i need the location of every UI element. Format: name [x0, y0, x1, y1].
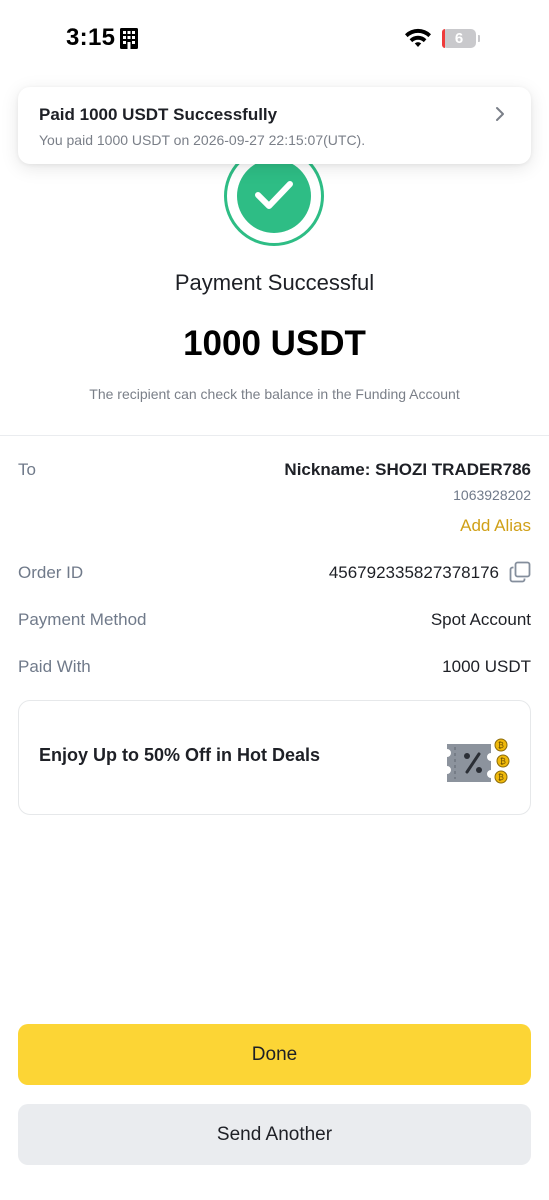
- hot-deals-text: Enjoy Up to 50% Off in Hot Deals: [39, 745, 321, 765]
- svg-text:₿: ₿: [498, 741, 504, 750]
- notification-title: Paid 1000 USDT Successfully: [39, 105, 278, 124]
- battery-level: 6: [454, 30, 464, 47]
- done-button[interactable]: Done: [18, 1024, 531, 1085]
- recipient-hint: The recipient can check the balance in t…: [89, 386, 460, 402]
- send-another-button[interactable]: Send Another: [18, 1104, 531, 1165]
- payment-notification[interactable]: Paid 1000 USDT Successfully You paid 100…: [18, 87, 531, 164]
- paid-with-value: 1000 USDT: [442, 657, 531, 676]
- battery-body: 6: [442, 29, 476, 48]
- wifi-icon: [405, 28, 431, 47]
- paid-amount: 1000 USDT: [183, 324, 366, 363]
- paid-with-label: Paid With: [18, 657, 91, 676]
- checkmark-icon: [255, 181, 293, 209]
- check-circle-fill: [237, 159, 311, 233]
- building-icon: [120, 28, 138, 49]
- hot-deals-banner[interactable]: Enjoy Up to 50% Off in Hot Deals ₿ ₿ ₿: [18, 700, 531, 815]
- payment-method-value: Spot Account: [430, 610, 531, 629]
- svg-text:₿: ₿: [500, 757, 506, 766]
- copy-icon[interactable]: [509, 561, 531, 583]
- divider: [0, 435, 549, 436]
- notification-message: You paid 1000 USDT on 2026-09-27 22:15:0…: [39, 132, 366, 148]
- status-bar: 3:15 6: [0, 0, 549, 70]
- to-label: To: [18, 460, 36, 479]
- add-alias-link[interactable]: Add Alias: [460, 516, 531, 536]
- coupon-icon: ₿ ₿ ₿: [447, 738, 510, 784]
- status-time: 3:15: [66, 24, 116, 51]
- order-id-value: 456792335827378176: [328, 563, 499, 582]
- recipient-nickname: Nickname: SHOZI TRADER786: [284, 460, 531, 479]
- svg-text:₿: ₿: [498, 773, 504, 782]
- success-title: Payment Successful: [174, 270, 375, 295]
- chevron-right-icon: [496, 107, 504, 121]
- battery-tip: [478, 35, 480, 42]
- order-id-label: Order ID: [18, 563, 84, 582]
- payment-method-label: Payment Method: [18, 610, 147, 629]
- recipient-uid: 1063928202: [453, 487, 531, 503]
- payment-success-screen: 3:15 6 Paid 1000 USDT Successfully You p…: [0, 0, 549, 1200]
- battery-icon: 6: [442, 29, 480, 48]
